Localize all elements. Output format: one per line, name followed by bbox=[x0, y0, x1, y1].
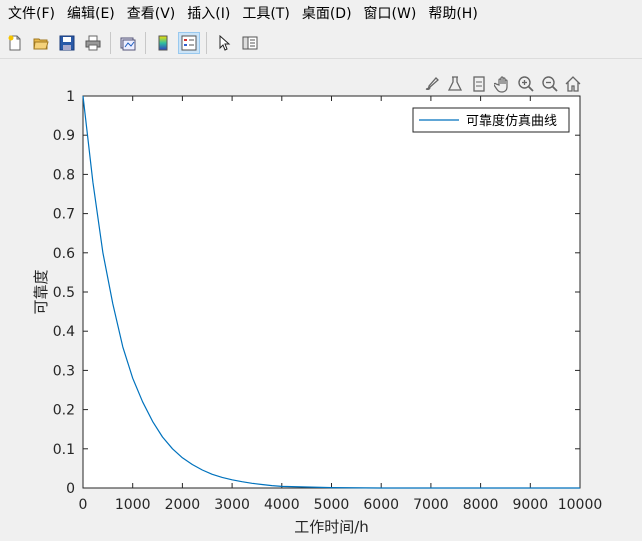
pan-hand-icon[interactable] bbox=[492, 73, 514, 95]
rotate-icon[interactable] bbox=[468, 73, 490, 95]
toolbar-separator bbox=[145, 32, 146, 54]
print-icon[interactable] bbox=[82, 32, 104, 54]
menu-item-5[interactable]: 桌面(D) bbox=[296, 0, 358, 28]
menu-item-4[interactable]: 工具(T) bbox=[236, 0, 295, 28]
menu-item-2[interactable]: 查看(V) bbox=[121, 0, 182, 28]
menu-item-6[interactable]: 窗口(W) bbox=[358, 0, 423, 28]
property-editor-icon[interactable] bbox=[239, 32, 261, 54]
menu-item-1[interactable]: 编辑(E) bbox=[61, 0, 121, 28]
pointer-icon[interactable] bbox=[213, 32, 235, 54]
open-folder-icon[interactable] bbox=[30, 32, 52, 54]
menu-item-3[interactable]: 插入(I) bbox=[181, 0, 236, 28]
link-plot-icon[interactable] bbox=[117, 32, 139, 54]
home-icon[interactable] bbox=[562, 73, 584, 95]
colorbar-icon[interactable] bbox=[152, 32, 174, 54]
data-tips-icon[interactable] bbox=[445, 73, 467, 95]
figure-toolbar bbox=[0, 28, 642, 59]
toolbar-separator bbox=[110, 32, 111, 54]
save-icon[interactable] bbox=[56, 32, 78, 54]
figure-area bbox=[0, 59, 642, 541]
menu-item-0[interactable]: 文件(F) bbox=[0, 0, 61, 28]
legend-icon[interactable] bbox=[178, 32, 200, 54]
toolbar-separator bbox=[206, 32, 207, 54]
zoom-out-icon[interactable] bbox=[539, 73, 561, 95]
axes-toolbar bbox=[420, 70, 585, 98]
zoom-in-icon[interactable] bbox=[515, 73, 537, 95]
menu-bar: 文件(F) 编辑(E) 查看(V) 插入(I) 工具(T) 桌面(D) 窗口(W) 帮助(H) bbox=[0, 0, 642, 28]
new-file-icon[interactable] bbox=[4, 32, 26, 54]
menu-item-7[interactable]: 帮助(H) bbox=[422, 0, 483, 28]
brush-icon[interactable] bbox=[421, 73, 443, 95]
